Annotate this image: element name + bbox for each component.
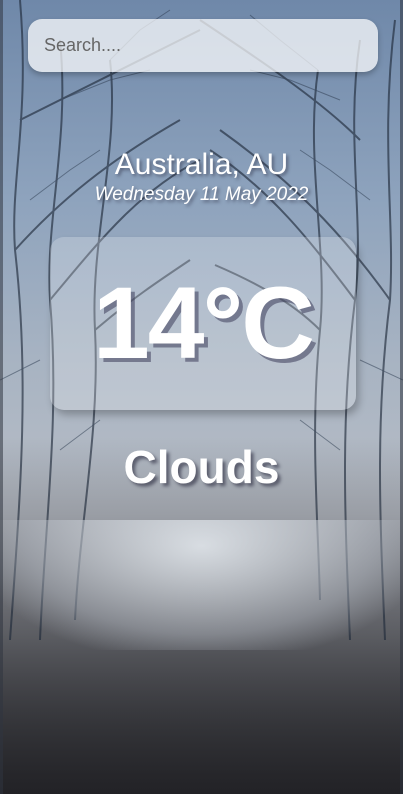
weather-condition: Clouds [123, 441, 280, 493]
current-date: Wednesday 11 May 2022 [94, 184, 309, 205]
search-input[interactable] [28, 19, 378, 72]
location-name: Australia, AU [114, 148, 289, 181]
temperature-value: 14°C [93, 266, 315, 380]
temperature-card: 14°C [50, 237, 356, 410]
search-bar [28, 19, 378, 72]
snow-ground [0, 520, 403, 650]
weather-app: Australia, AU Wednesday 11 May 2022 14°C… [0, 0, 403, 794]
